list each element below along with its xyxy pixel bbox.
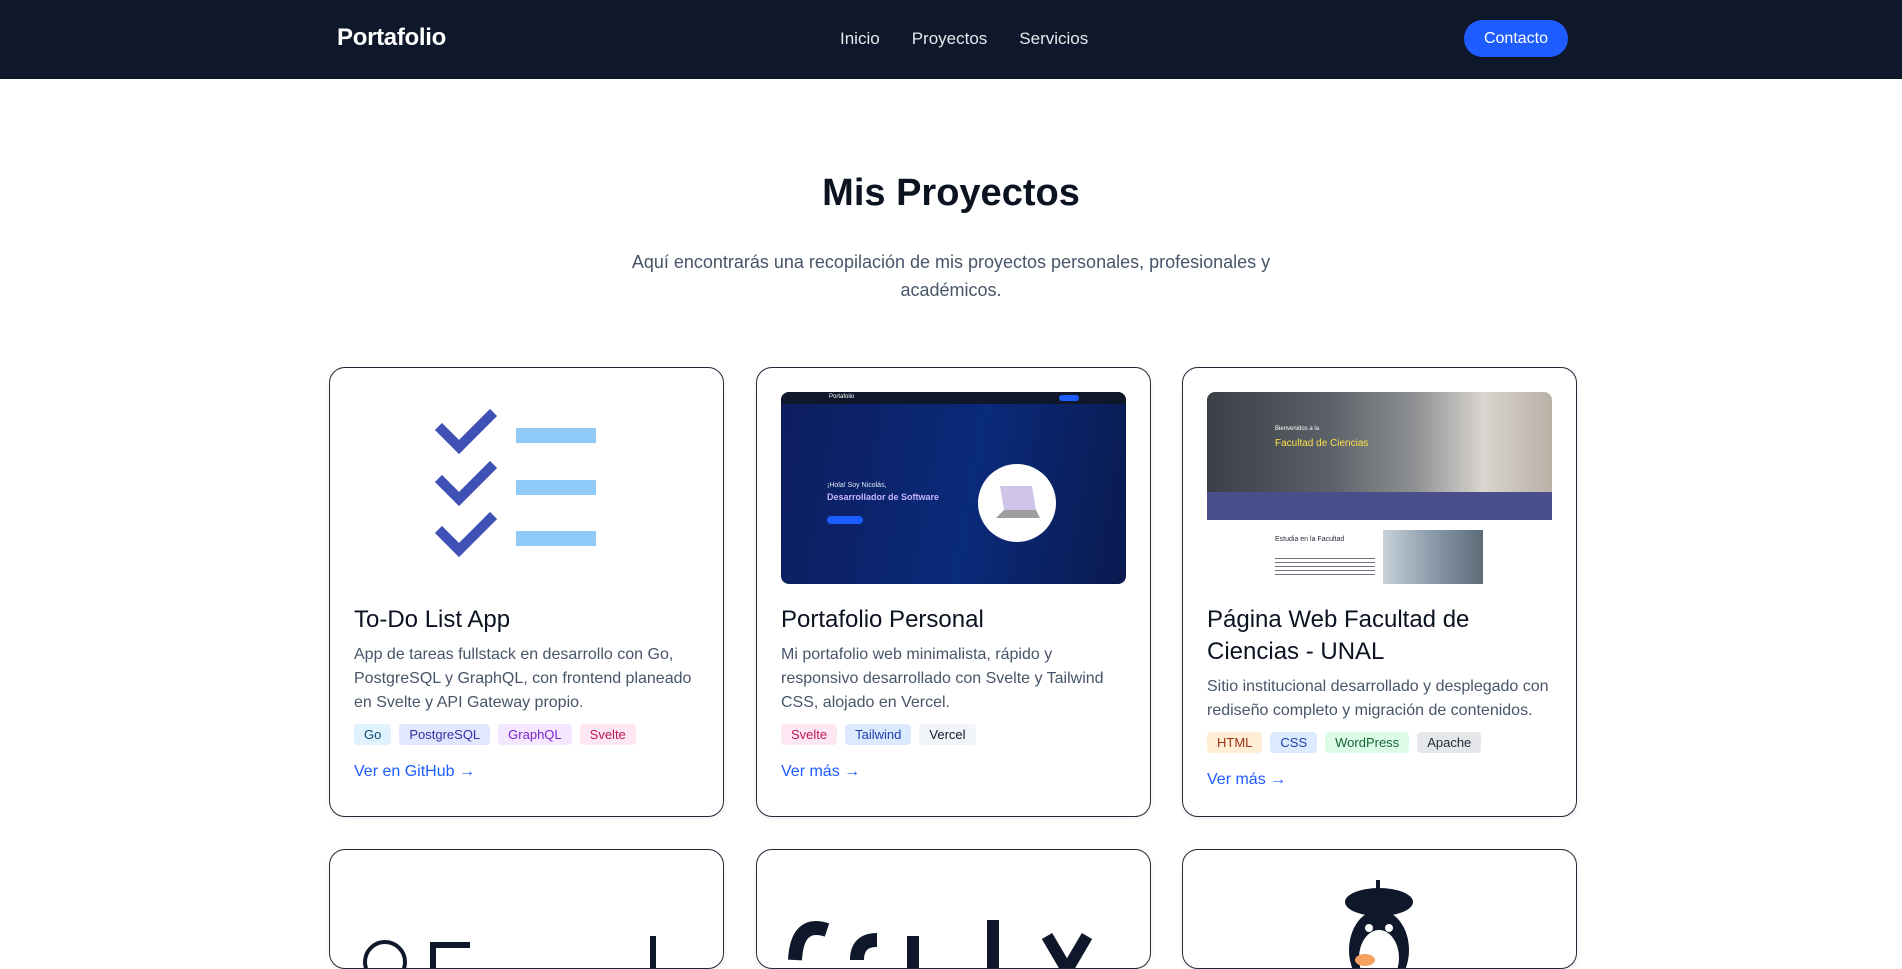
preview-photo	[1383, 530, 1483, 584]
more-link[interactable]: Ver más →	[1207, 771, 1286, 789]
project-description: App de tareas fullstack en desarrollo co…	[354, 646, 692, 711]
project-card-4	[329, 849, 724, 969]
nav-links: Inicio Proyectos Servicios	[840, 29, 1088, 49]
tag-graphql: GraphQL	[498, 724, 572, 745]
tag-css: CSS	[1270, 732, 1318, 753]
nav-link-servicios[interactable]: Servicios	[1019, 29, 1088, 49]
tag-html: HTML	[1207, 732, 1263, 753]
preview-headline: Facultad de Ciencias	[1275, 438, 1369, 449]
contact-button[interactable]: Contacto	[1464, 20, 1568, 57]
preview-laptop-circle	[978, 464, 1056, 542]
preview-navbar: Portafolio	[781, 392, 1126, 404]
tag-go: Go	[354, 724, 392, 745]
project-image-unal: Bienvenidos a la Facultad de Ciencias Es…	[1207, 392, 1552, 584]
nav-link-inicio[interactable]: Inicio	[840, 29, 880, 49]
more-link[interactable]: Ver más →	[781, 763, 860, 781]
project-card-todo: To-Do List App App de tareas fullstack e…	[329, 367, 724, 817]
page-subtitle: Aquí encontrarás una recopilación de mis…	[631, 252, 1271, 300]
tag-postgresql: PostgreSQL	[399, 724, 491, 745]
project-description: Mi portafolio web minimalista, rápido y …	[781, 646, 1104, 711]
project-title: Portafolio Personal	[781, 606, 984, 633]
tag-vercel: Vercel	[919, 724, 976, 745]
project-tags: Svelte Tailwind Vercel	[781, 724, 976, 745]
project-image-todo	[354, 392, 699, 584]
preview-headline: Desarrollador de Software	[827, 492, 940, 502]
checklist-icon	[434, 408, 596, 558]
project-card-5	[756, 849, 1151, 969]
preview-stats-bar	[1207, 492, 1552, 520]
preview-contact-pill	[1059, 395, 1079, 401]
tag-apache: Apache	[1417, 732, 1482, 753]
preview-greeting: ¡Hola! Soy Nicolás,	[827, 482, 887, 489]
nav-link-proyectos[interactable]: Proyectos	[912, 29, 988, 49]
tag-wordpress: WordPress	[1325, 732, 1410, 753]
project-tags: Go PostgreSQL GraphQL Svelte	[354, 724, 636, 745]
project-description: Sitio institucional desarrollado y despl…	[1207, 678, 1549, 719]
preview-lab-photo: Bienvenidos a la Facultad de Ciencias	[1207, 392, 1552, 492]
page-title: Mis Proyectos	[822, 172, 1080, 214]
project-tags: HTML CSS WordPress Apache	[1207, 732, 1482, 753]
preview-section-title: Estudia en la Facultad	[1275, 536, 1345, 543]
laptop-icon	[996, 486, 1040, 518]
project-card-unal: Bienvenidos a la Facultad de Ciencias Es…	[1182, 367, 1577, 817]
preview-button	[827, 516, 863, 524]
project-title: To-Do List App	[354, 606, 511, 633]
github-link[interactable]: Ver en GitHub →	[354, 763, 475, 781]
project-image-portfolio: Portafolio ¡Hola! Soy Nicolás, Desarroll…	[781, 392, 1126, 584]
project-title: Página Web Facultad de Ciencias - UNAL	[1207, 606, 1470, 665]
brand-logo[interactable]: Portafolio	[337, 24, 446, 52]
project-logo-icon	[363, 936, 656, 968]
project-card-6	[1182, 849, 1577, 969]
tag-svelte: Svelte	[781, 724, 838, 745]
preview-brand: Portafolio	[829, 394, 855, 400]
tag-tailwind: Tailwind	[845, 724, 912, 745]
project-card-portfolio: Portafolio ¡Hola! Soy Nicolás, Desarroll…	[756, 367, 1151, 817]
preview-text-lines	[1275, 558, 1375, 576]
tag-svelte: Svelte	[579, 724, 636, 745]
mascot-icon	[1345, 880, 1413, 968]
preview-lower-section: Estudia en la Facultad	[1207, 520, 1552, 584]
project-logo-icon	[788, 920, 1093, 968]
preview-welcome: Bienvenidos a la	[1275, 426, 1320, 432]
top-navbar: Portafolio Inicio Proyectos Servicios Co…	[0, 0, 1902, 79]
